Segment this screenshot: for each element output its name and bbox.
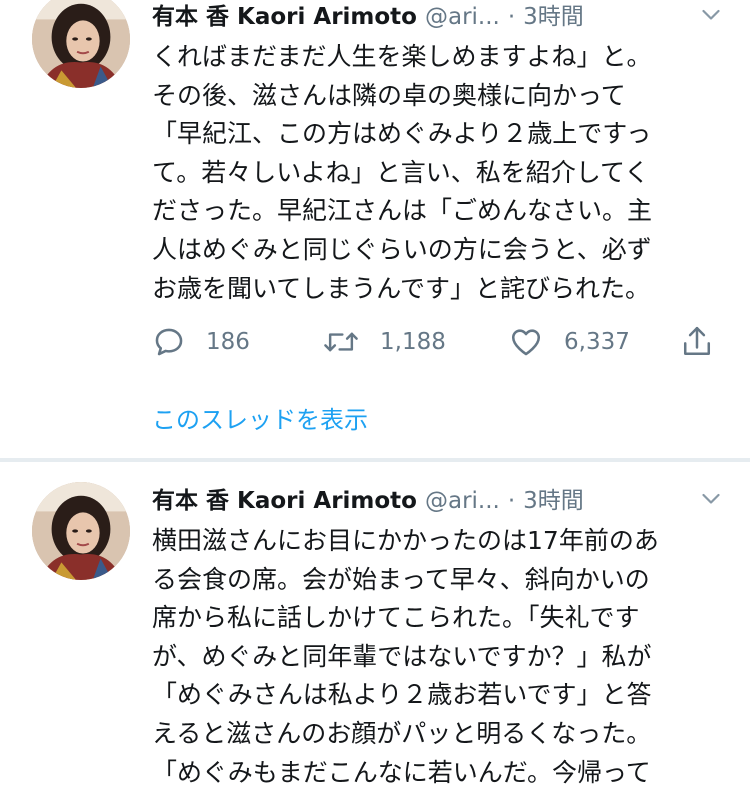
- separator-dot: ·: [507, 4, 516, 30]
- tweet-text-line: くればまだまだ人生を楽しめますよね」と。: [152, 42, 652, 71]
- tweet-text-line: えると滋さんのお顔がパッと明るくなった。: [152, 718, 652, 748]
- author-name[interactable]: 有本 香 Kaori Arimoto: [152, 484, 417, 518]
- tweet-text-line: が、めぐみと同年輩ではないですか？」私が: [152, 641, 652, 671]
- tweet-text-line: 「めぐみもまだこんなに若いんだ。今帰って: [152, 757, 651, 787]
- tweet-text-line: 席から私に話しかけてこられた。「失礼です: [152, 603, 640, 633]
- tweet-text-line: お歳を聞いてしまうんです」と詫びられた。: [152, 273, 651, 303]
- show-thread-link[interactable]: このスレッドを表示: [152, 400, 368, 440]
- author-handle[interactable]: @ari...: [425, 0, 500, 34]
- reply-count: 186: [206, 329, 250, 355]
- tweet-time[interactable]: 3時間: [523, 484, 584, 518]
- avatar[interactable]: [32, 482, 130, 580]
- tweet-header: 有本 香 Kaori Arimoto @ari... · 3時間: [152, 0, 750, 34]
- retweet-count: 1,188: [380, 329, 446, 355]
- tweet-text-line: 「めぐみさんは私より２歳お若いです」と答: [152, 680, 652, 710]
- avatar-image: [32, 482, 130, 580]
- tweet-text-line: る会食の席。会が始まって早々、斜向かいの: [152, 564, 650, 594]
- tweet-text-line: ださった。早紀江さんは「ごめんなさい。主: [152, 196, 653, 226]
- chevron-down-icon[interactable]: [702, 493, 720, 505]
- avatar-image: [32, 0, 130, 88]
- tweet-text-line: 人はめぐみと同じぐらいの方に会うと、必ず: [152, 234, 652, 264]
- tweet-text: 横田滋さんにお目にかかったのは17年前のあ る会食の席。会が始まって早々、斜向か…: [152, 522, 732, 792]
- author-handle[interactable]: @ari...: [425, 484, 500, 518]
- heart-icon: [511, 329, 541, 356]
- tweet[interactable]: 有本 香 Kaori Arimoto @ari... · 3時間 横田滋さんにお…: [0, 462, 750, 798]
- tweet-text-line: その後、滋さんは隣の卓の奥様に向かって: [152, 80, 626, 110]
- share-button[interactable]: [680, 322, 714, 362]
- reply-button[interactable]: 186: [152, 322, 250, 362]
- avatar[interactable]: [32, 0, 130, 88]
- separator-dot: ·: [507, 488, 516, 514]
- retweet-button[interactable]: 1,188: [322, 322, 446, 362]
- reply-icon: [155, 328, 183, 356]
- tweet-time[interactable]: 3時間: [523, 0, 584, 34]
- like-button[interactable]: 6,337: [508, 322, 630, 362]
- chevron-down-icon[interactable]: [702, 9, 720, 21]
- tweet-header: 有本 香 Kaori Arimoto @ari... · 3時間: [152, 484, 750, 518]
- tweet-text: くればまだまだ人生を楽しめますよね」と。 その後、滋さんは隣の卓の奥様に向かって…: [152, 38, 732, 308]
- tweet-actions: 186 1,188 6,337: [152, 322, 722, 362]
- tweet-text-line: 「早紀江、この方はめぐみより２歳上ですっ: [152, 119, 652, 149]
- like-count: 6,337: [564, 329, 630, 355]
- author-name[interactable]: 有本 香 Kaori Arimoto: [152, 0, 417, 34]
- retweet-icon: [324, 332, 358, 352]
- share-icon: [683, 326, 711, 356]
- tweet-text-line: て。若々しいよね」と言い、私を紹介してく: [152, 157, 650, 187]
- tweet[interactable]: 有本 香 Kaori Arimoto @ari... · 3時間 くればまだまだ…: [0, 0, 750, 458]
- tweet-text-line: 横田滋さんにお目にかかったのは17年前のあ: [152, 526, 659, 555]
